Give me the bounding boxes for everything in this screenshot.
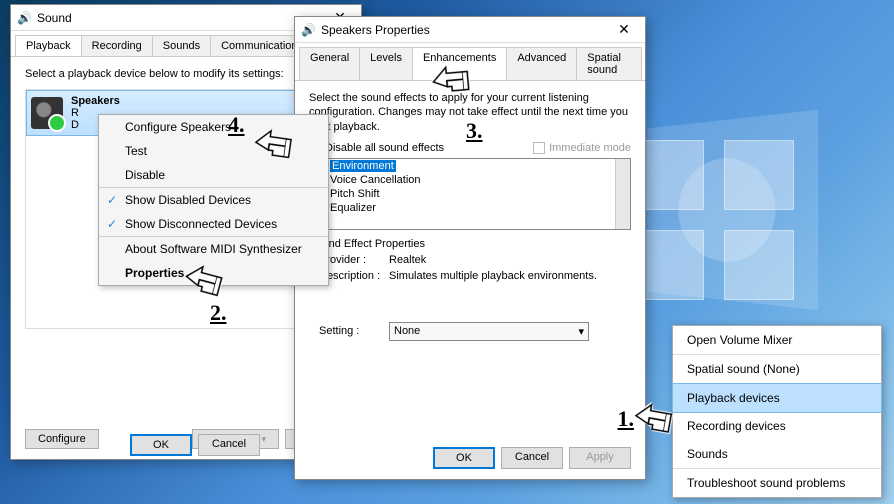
enhancements-instruction: Select the sound effects to apply for yo…: [309, 91, 631, 134]
provider-row: Provider :Realtek: [319, 254, 631, 266]
checkbox-icon: [533, 142, 545, 154]
sound-ok-button[interactable]: OK: [130, 434, 192, 456]
ctx-properties[interactable]: Properties: [99, 261, 328, 285]
props-apply-button[interactable]: Apply: [569, 447, 631, 469]
ctx-configure-speakers[interactable]: Configure Speakers: [99, 115, 328, 139]
tray-sounds[interactable]: Sounds: [673, 440, 881, 469]
ctx-disable[interactable]: Disable: [99, 163, 328, 188]
setting-row: Setting : None▾: [319, 322, 631, 341]
tab-spatial-sound[interactable]: Spatial sound: [576, 47, 642, 80]
tray-recording-devices[interactable]: Recording devices: [673, 412, 881, 440]
effects-listbox[interactable]: Environment Voice Cancellation Pitch Shi…: [309, 158, 631, 230]
props-cancel-button[interactable]: Cancel: [501, 447, 563, 469]
sound-icon: 🔊: [17, 11, 31, 25]
device-name: Speakers: [71, 95, 120, 107]
tab-advanced[interactable]: Advanced: [506, 47, 577, 80]
configure-button[interactable]: Configure: [25, 429, 99, 449]
setting-dropdown[interactable]: None▾: [389, 322, 589, 341]
tray-open-volume-mixer[interactable]: Open Volume Mixer: [673, 326, 881, 355]
speaker-icon: [31, 97, 63, 129]
tab-general[interactable]: General: [299, 47, 360, 80]
close-icon[interactable]: ✕: [609, 21, 639, 38]
tab-playback[interactable]: Playback: [15, 35, 82, 56]
tray-spatial-sound[interactable]: Spatial sound (None): [673, 355, 881, 384]
effect-voice-cancellation[interactable]: Voice Cancellation: [310, 173, 630, 187]
props-title: Speakers Properties: [321, 23, 609, 37]
windows-logo: [634, 140, 794, 300]
sound-title: Sound: [37, 11, 325, 25]
effect-equalizer[interactable]: Equalizer: [310, 201, 630, 215]
ctx-show-disabled[interactable]: Show Disabled Devices: [99, 188, 328, 212]
tray-troubleshoot[interactable]: Troubleshoot sound problems: [673, 469, 881, 497]
speaker-icon: 🔊: [301, 23, 315, 37]
tab-levels[interactable]: Levels: [359, 47, 413, 80]
sound-tray-menu: Open Volume Mixer Spatial sound (None) P…: [672, 325, 882, 498]
tab-enhancements[interactable]: Enhancements: [412, 47, 507, 80]
disable-all-checkbox[interactable]: Disable all sound effects: [309, 142, 444, 154]
sound-cancel-button[interactable]: Cancel: [198, 434, 260, 456]
ctx-show-disconnected[interactable]: Show Disconnected Devices: [99, 212, 328, 237]
chevron-down-icon: ▾: [578, 325, 584, 338]
tab-sounds[interactable]: Sounds: [152, 35, 211, 56]
device-context-menu: Configure Speakers Test Disable Show Dis…: [98, 114, 329, 286]
immediate-mode-checkbox: Immediate mode: [533, 142, 631, 154]
speakers-properties-window: 🔊 Speakers Properties ✕ General Levels E…: [294, 16, 646, 480]
props-ok-button[interactable]: OK: [433, 447, 495, 469]
ctx-about-midi[interactable]: About Software MIDI Synthesizer: [99, 237, 328, 261]
effect-environment[interactable]: Environment: [310, 159, 630, 173]
tray-playback-devices[interactable]: Playback devices: [672, 383, 882, 413]
props-titlebar[interactable]: 🔊 Speakers Properties ✕: [295, 17, 645, 43]
effect-pitch-shift[interactable]: Pitch Shift: [310, 187, 630, 201]
ctx-test[interactable]: Test: [99, 139, 328, 163]
sound-effect-properties-label: Sound Effect Properties: [309, 238, 631, 250]
tab-recording[interactable]: Recording: [81, 35, 153, 56]
props-tabs: General Levels Enhancements Advanced Spa…: [295, 43, 645, 81]
description-row: Description :Simulates multiple playback…: [319, 270, 631, 282]
